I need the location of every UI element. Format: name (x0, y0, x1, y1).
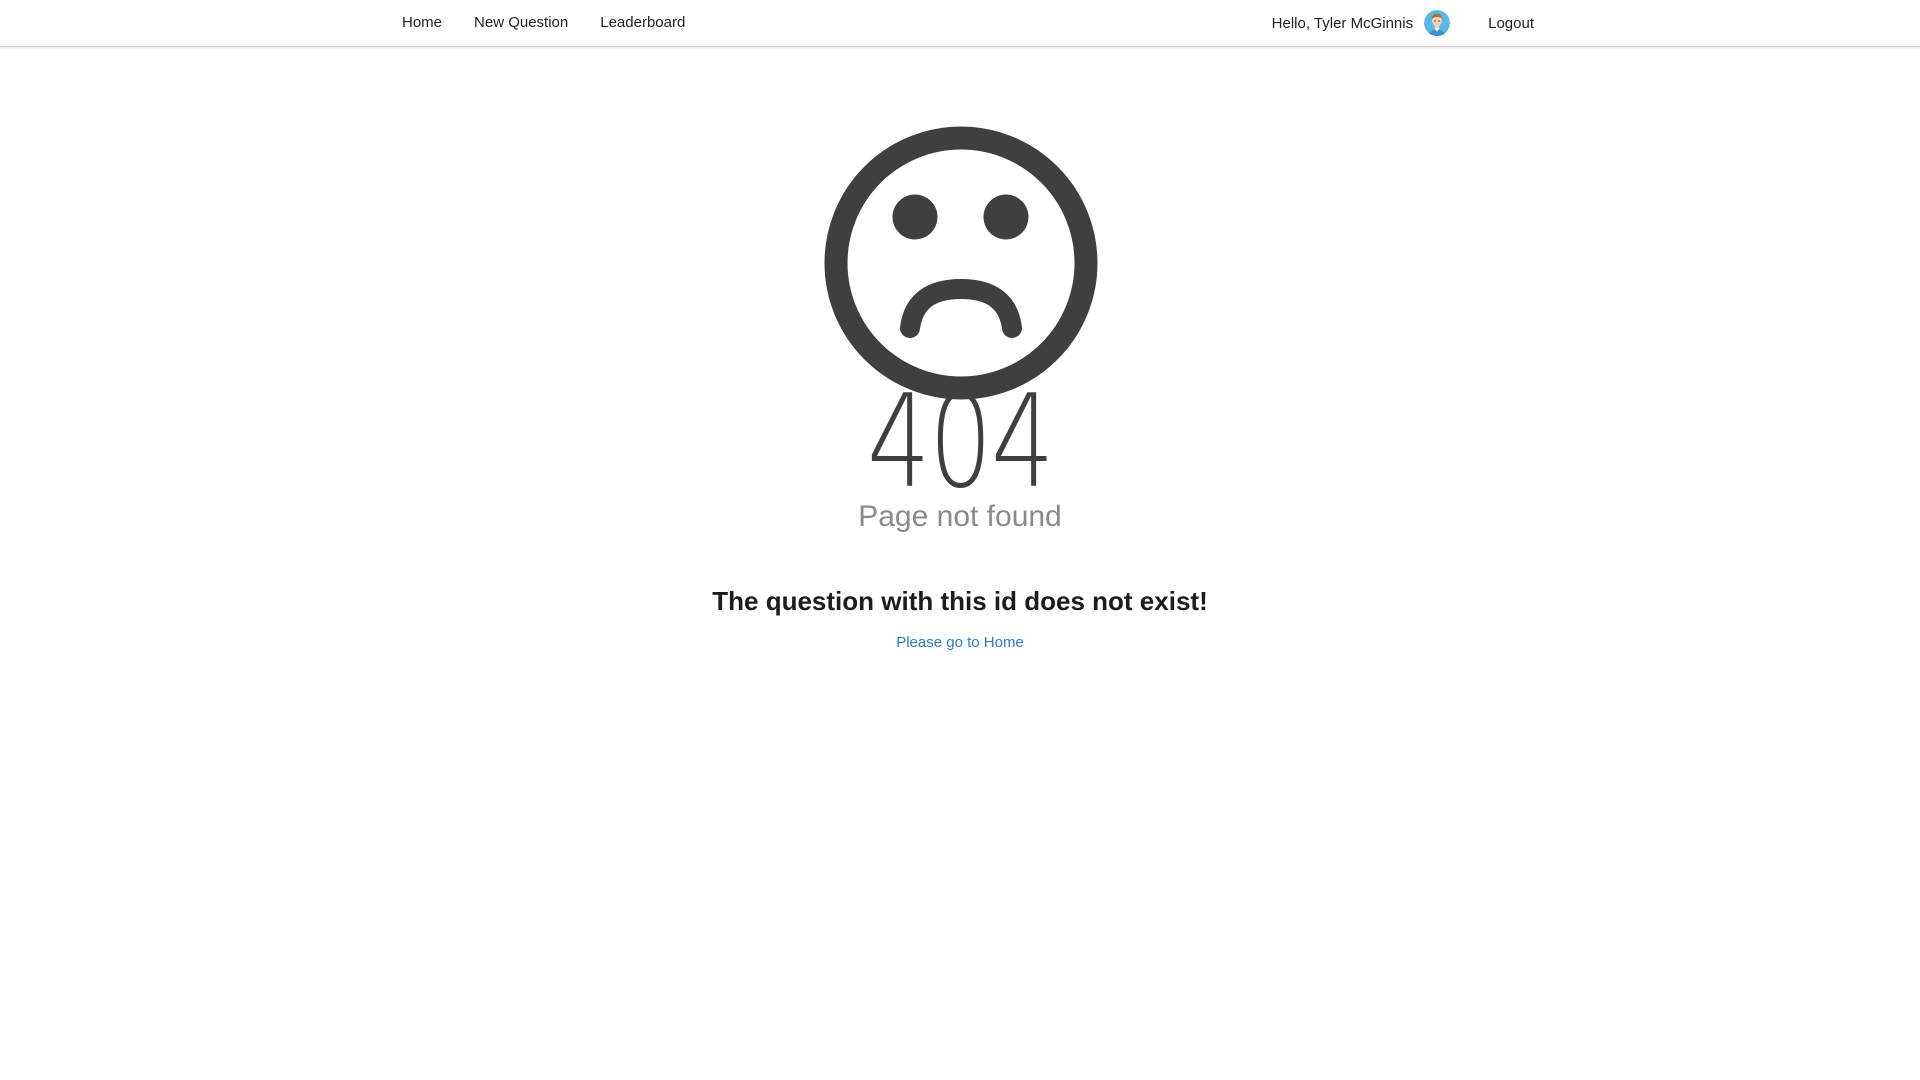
sad-face-icon (824, 126, 1098, 400)
user-menu: Hello, Tyler McGinnis Logout (1272, 0, 1534, 46)
nav-item-new-question[interactable]: New Question (458, 0, 584, 46)
main-menu: Home New Question Leaderboard (386, 0, 701, 46)
error-code: 404 (867, 368, 1054, 517)
nav-item-leaderboard[interactable]: Leaderboard (584, 0, 701, 46)
avatar (1424, 10, 1451, 36)
user-greeting: Hello, Tyler McGinnis (1271, 14, 1414, 32)
error-subtitle: Page not found (858, 500, 1062, 533)
top-navigation-bar: Home New Question Leaderboard Hello, Tyl… (0, 0, 1920, 47)
nav-item-home[interactable]: Home (386, 0, 458, 46)
go-home-link[interactable]: Please go to Home (0, 634, 1920, 651)
logout-button[interactable]: Logout (1476, 15, 1534, 32)
error-message: The question with this id does not exist… (712, 586, 1208, 616)
